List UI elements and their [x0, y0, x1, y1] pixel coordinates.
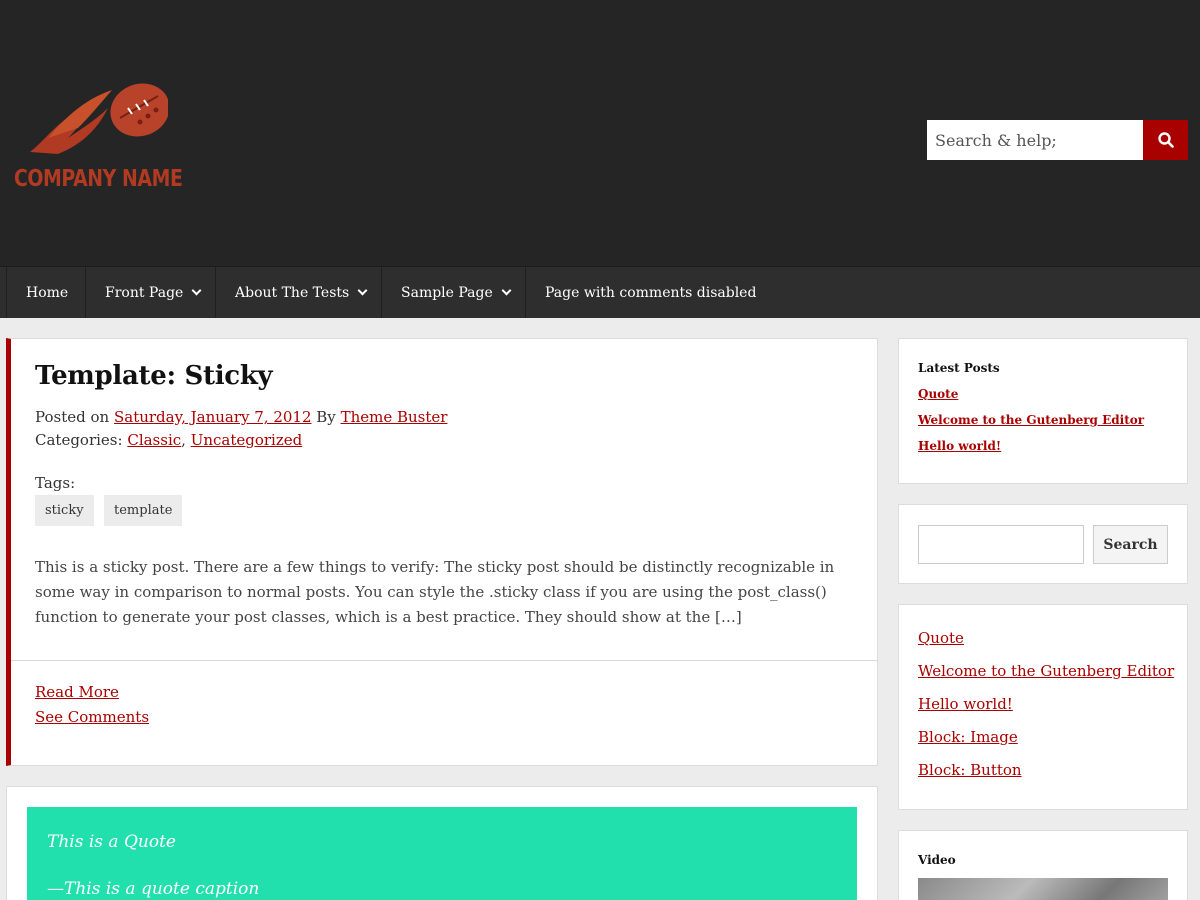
post-divider: [11, 660, 877, 661]
chevron-down-icon: [501, 285, 512, 296]
posted-on-label: Posted on: [35, 408, 110, 426]
main-navigation: Home Front Page About The Tests Sample P…: [0, 266, 1200, 318]
recent-post-link[interactable]: Quote: [918, 629, 964, 647]
post-meta-date: Posted on Saturday, January 7, 2012 By T…: [35, 408, 447, 426]
categories-label: Categories:: [35, 431, 123, 449]
latest-post-link[interactable]: Hello world!: [918, 439, 1001, 453]
recent-posts-widget: Quote Welcome to the Gutenberg Editor He…: [898, 604, 1188, 810]
tags-label: Tags:: [35, 474, 76, 492]
see-comments-link[interactable]: See Comments: [35, 708, 149, 726]
sidebar-search-button[interactable]: Search: [1093, 525, 1168, 564]
category-link[interactable]: Uncategorized: [191, 431, 303, 449]
logo-text: COMPANY NAME: [14, 166, 183, 192]
category-link[interactable]: Classic: [127, 431, 181, 449]
widget-title: Latest Posts: [918, 361, 1000, 375]
latest-posts-widget: Latest Posts Quote Welcome to the Gutenb…: [898, 338, 1188, 484]
quote-caption: —This is a quote caption: [47, 879, 260, 899]
nav-item-label: Front Page: [105, 284, 184, 301]
post-date-link[interactable]: Saturday, January 7, 2012: [114, 408, 312, 426]
chevron-down-icon: [357, 285, 368, 296]
video-thumbnail[interactable]: [918, 878, 1168, 900]
nav-item-label: Page with comments disabled: [545, 284, 757, 301]
latest-post-link[interactable]: Quote: [918, 387, 958, 401]
tag-template[interactable]: template: [104, 495, 183, 526]
nav-item-front-page[interactable]: Front Page: [85, 267, 219, 318]
video-widget: Video: [898, 830, 1188, 900]
site-header: COMPANY NAME: [0, 0, 1200, 266]
by-label: By: [316, 408, 336, 426]
nav-item-label: Home: [26, 284, 69, 301]
post-author-link[interactable]: Theme Buster: [341, 408, 448, 426]
chevron-down-icon: [191, 285, 202, 296]
sticky-post-card: Template: Sticky Posted on Saturday, Jan…: [6, 338, 878, 766]
recent-post-link[interactable]: Block: Button: [918, 761, 1022, 779]
header-search-button[interactable]: [1143, 120, 1188, 160]
nav-item-page-with-comments-disabled[interactable]: Page with comments disabled: [525, 267, 775, 318]
recent-post-link[interactable]: Block: Image: [918, 728, 1018, 746]
sidebar-search-input[interactable]: [918, 525, 1084, 564]
quote-block: This is a Quote —This is a quote caption: [27, 807, 857, 900]
football-logo-icon: [30, 83, 168, 154]
quote-post-card: This is a Quote —This is a quote caption: [6, 786, 878, 900]
header-search-input[interactable]: [927, 120, 1143, 160]
quote-text: This is a Quote: [47, 832, 176, 852]
read-more-link[interactable]: Read More: [35, 683, 119, 701]
nav-item-sample-page[interactable]: Sample Page: [381, 267, 529, 318]
tag-sticky[interactable]: sticky: [35, 495, 94, 526]
post-meta-categories: Categories: Classic, Uncategorized: [35, 431, 303, 449]
recent-post-link[interactable]: Hello world!: [918, 695, 1013, 713]
site-logo[interactable]: COMPANY NAME: [14, 78, 186, 202]
nav-item-label: About The Tests: [235, 284, 350, 301]
nav-item-label: Sample Page: [401, 284, 493, 301]
post-excerpt: This is a sticky post. There are a few t…: [35, 558, 835, 626]
nav-item-home[interactable]: Home: [6, 267, 87, 318]
recent-post-link[interactable]: Welcome to the Gutenberg Editor: [918, 662, 1174, 680]
search-icon: [1157, 132, 1174, 148]
post-title[interactable]: Template: Sticky: [35, 361, 273, 391]
search-widget: Search: [898, 504, 1188, 584]
widget-title: Video: [918, 853, 956, 867]
nav-item-about-the-tests[interactable]: About The Tests: [215, 267, 385, 318]
latest-post-link[interactable]: Welcome to the Gutenberg Editor: [918, 413, 1144, 427]
